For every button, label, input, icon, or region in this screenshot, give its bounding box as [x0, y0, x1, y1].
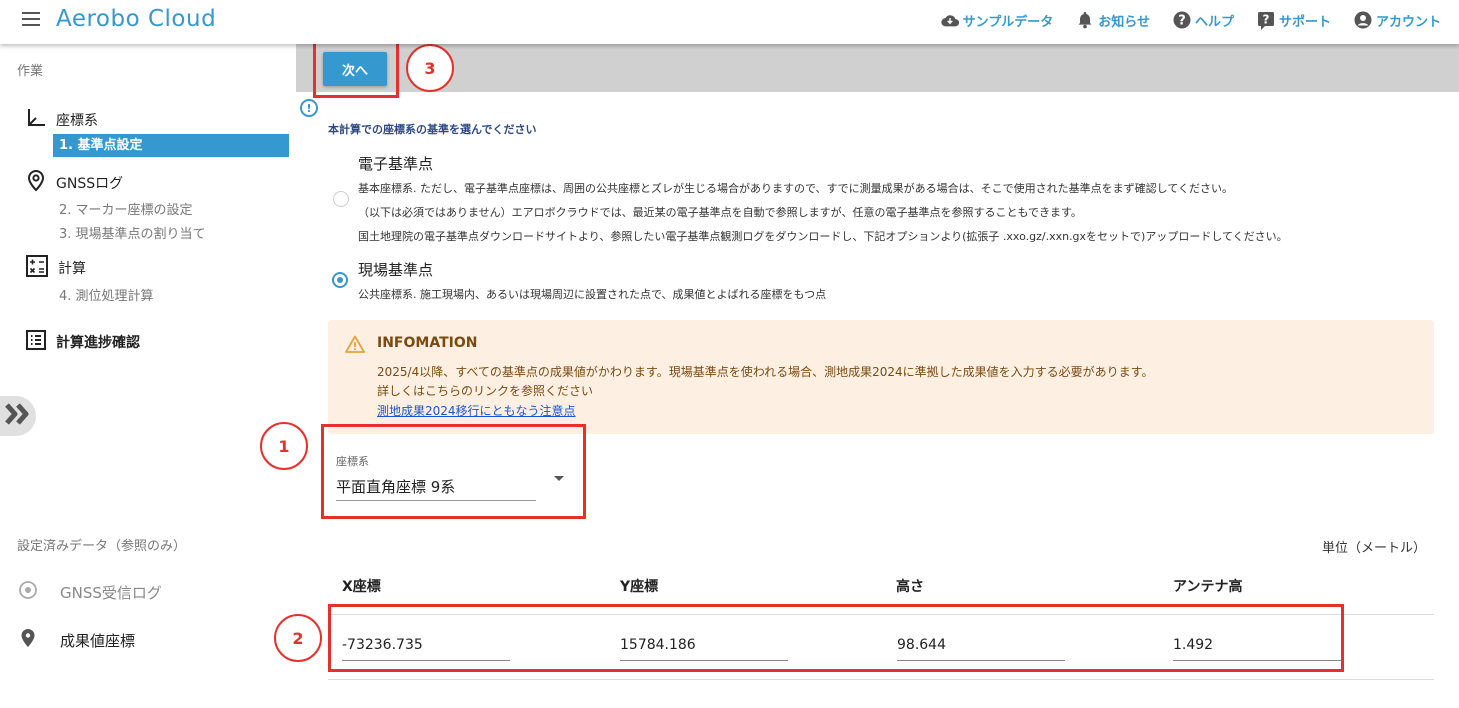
sidebar-heading-data: 設定済みデータ（参照のみ）	[17, 539, 187, 554]
sidebar-data-label: GNSS受信ログ	[60, 583, 162, 602]
menu-icon[interactable]	[22, 12, 40, 26]
annotation-box-3	[313, 36, 399, 98]
notice-link[interactable]: 測地成果2024移行にともなう注意点	[377, 402, 576, 419]
coord-system-label: 座標系	[336, 455, 369, 468]
support-icon: ?	[1256, 10, 1276, 30]
coord-system-select[interactable]: 平面直角座標 9系	[336, 476, 455, 497]
radio-electronic-base[interactable]	[333, 191, 349, 207]
nav-help[interactable]: ? ヘルプ	[1172, 10, 1234, 30]
sidebar-section-progress[interactable]: 計算進捗確認	[26, 330, 140, 354]
annotation-marker-3: 3	[406, 44, 454, 92]
input-underline	[342, 660, 510, 661]
nav-sample-data[interactable]: サンプルデータ	[940, 10, 1054, 30]
select-underline	[336, 500, 536, 501]
location-pin-icon	[26, 169, 46, 196]
dropdown-arrow-icon[interactable]	[554, 476, 564, 481]
info-notice: INFOMATION 2025/4以降、すべての基準点の成果値がかわります。現場…	[328, 320, 1434, 434]
option-desc-line: 公共座標系. 施工現場内、あるいは現場周辺に設置された点で、成果値とよばれる座標…	[358, 288, 827, 301]
option-desc-line: 国土地理院の電子基準点ダウンロードサイトより、参照したい電子基準点観測ログをダウ…	[358, 230, 1288, 243]
unit-label: 単位（メートル）	[1322, 541, 1427, 556]
input-underline	[620, 660, 788, 661]
nav-label: アカウント	[1375, 14, 1441, 30]
nav-account[interactable]: アカウント	[1353, 10, 1441, 30]
axes-icon	[26, 108, 46, 132]
calculator-icon	[26, 255, 48, 281]
info-icon: !	[300, 99, 318, 117]
nav-notifications[interactable]: お知らせ	[1075, 10, 1150, 30]
svg-text:?: ?	[1262, 12, 1269, 26]
x-coordinate-input[interactable]: -73236.735	[342, 637, 423, 653]
action-toolbar	[296, 44, 1459, 92]
bell-icon	[1075, 10, 1095, 30]
y-coordinate-input[interactable]: 15784.186	[620, 637, 696, 653]
selection-prompt: 本計算での座標系の基準を選んでください	[328, 123, 537, 136]
nav-label: サンプルデータ	[962, 14, 1054, 30]
warning-icon	[345, 335, 365, 357]
sidebar-step-assign[interactable]: 3. 現場基準点の割り当て	[59, 223, 206, 242]
sidebar-section-calc[interactable]: 計算	[26, 255, 86, 281]
sidebar-data-result-coords[interactable]: 成果値座標	[18, 628, 135, 652]
annotation-marker-1: 1	[260, 422, 308, 470]
column-header-antenna: アンテナ高	[1173, 579, 1243, 595]
nav-label: お知らせ	[1098, 14, 1150, 30]
sidebar: 作業 座標系 1. 基準点設定 GNSSログ 2. マーカー座標の設定 3. 現…	[0, 44, 296, 708]
nav-label: サポート	[1278, 14, 1331, 30]
option-desc-line: （以下は必須ではありません）エアロボクラウドでは、最近某の電子基準点を自動で参照…	[358, 206, 1082, 219]
height-input[interactable]: 98.644	[897, 637, 946, 653]
table-divider	[328, 679, 1434, 680]
sidebar-section-label: 計算	[58, 261, 86, 277]
sidebar-section-label: GNSSログ	[56, 176, 124, 192]
antenna-height-input[interactable]: 1.492	[1173, 637, 1213, 653]
nav-support[interactable]: ? サポート	[1256, 10, 1331, 30]
sidebar-section-label: 計算進捗確認	[56, 335, 140, 351]
radio-site-base[interactable]	[332, 272, 348, 288]
option-title-electronic: 電子基準点	[358, 155, 434, 173]
list-icon	[26, 330, 46, 354]
column-header-height: 高さ	[896, 579, 924, 595]
sidebar-section-coordinate[interactable]: 座標系	[26, 108, 98, 132]
input-underline	[897, 660, 1065, 661]
notice-title: INFOMATION	[377, 335, 478, 351]
column-header-y: Y座標	[620, 579, 659, 595]
sidebar-section-gnss[interactable]: GNSSログ	[26, 169, 124, 196]
app-header: Aerobo Cloud サンプルデータ お知らせ ? ヘルプ ? サポート ア…	[0, 0, 1459, 44]
cloud-download-icon	[940, 10, 960, 30]
top-nav: サンプルデータ お知らせ ? ヘルプ ? サポート アカウント	[940, 10, 1441, 30]
double-chevron-right-icon	[4, 402, 32, 430]
map-pin-icon	[18, 628, 38, 652]
svg-text:?: ?	[1178, 14, 1186, 29]
sidebar-data-label: 成果値座標	[60, 631, 136, 650]
notice-text: 詳しくはこちらのリンクを参照ください	[377, 384, 594, 398]
sidebar-data-gnss-log[interactable]: GNSS受信ログ	[18, 580, 162, 604]
sidebar-step-base-point[interactable]: 1. 基準点設定	[53, 134, 289, 157]
option-desc-line: 基本座標系. ただし、電子基準点座標は、周囲の公共座標とズレが生じる場合がありま…	[358, 182, 1233, 195]
sidebar-step-marker[interactable]: 2. マーカー座標の設定	[59, 199, 193, 218]
expand-sidebar-button[interactable]	[0, 396, 36, 436]
sidebar-step-positioning[interactable]: 4. 測位処理計算	[59, 285, 154, 304]
nav-label: ヘルプ	[1194, 14, 1234, 30]
radio-target-icon	[18, 580, 38, 604]
input-underline	[1173, 660, 1341, 661]
annotation-marker-2: 2	[274, 614, 322, 662]
column-header-x: X座標	[342, 579, 381, 595]
notice-text: 2025/4以降、すべての基準点の成果値がかわります。現場基準点を使われる場合、…	[377, 365, 1154, 379]
sidebar-section-label: 座標系	[56, 113, 98, 129]
option-title-site: 現場基準点	[358, 261, 434, 279]
sidebar-heading-work: 作業	[17, 64, 44, 79]
help-circle-icon: ?	[1172, 10, 1192, 30]
account-icon	[1353, 10, 1373, 30]
app-title[interactable]: Aerobo Cloud	[56, 6, 216, 32]
annotation-box-1	[321, 424, 586, 519]
